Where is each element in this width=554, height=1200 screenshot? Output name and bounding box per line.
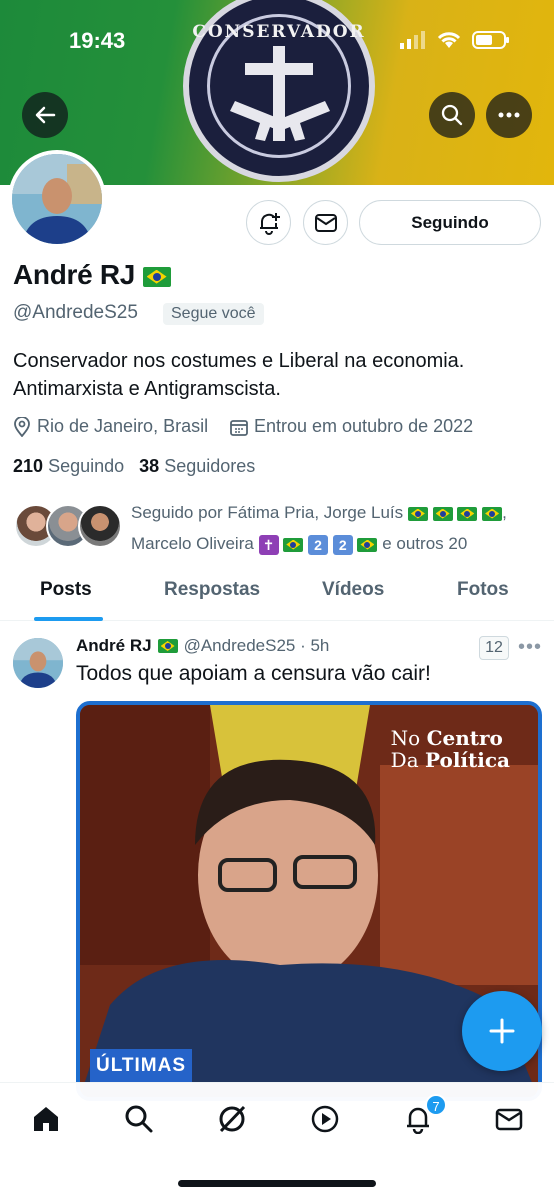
profile-location: Rio de Janeiro, Brasil [13, 416, 208, 437]
mail-icon [495, 1108, 523, 1131]
brazil-flag-icon [283, 537, 304, 552]
more-horizontal-icon [498, 112, 520, 118]
home-indicator[interactable] [178, 1180, 376, 1187]
brand-word: Da [390, 748, 419, 772]
joined-text: Entrou em outubro de 2022 [254, 416, 474, 436]
followed-by-avatars[interactable] [14, 504, 124, 550]
search-icon [441, 104, 463, 126]
brazil-flag-icon [407, 506, 428, 521]
post-avatar[interactable] [13, 638, 63, 688]
post-more-icon[interactable]: ••• [518, 636, 542, 659]
calendar-icon [230, 419, 248, 436]
back-button[interactable] [22, 92, 68, 138]
conservador-emblem: CONSERVADOR [183, 0, 375, 182]
brazil-flag-icon [357, 537, 378, 552]
tab-posts[interactable]: Posts [40, 579, 92, 601]
grok-icon [219, 1105, 246, 1133]
media-tag: ÚLTIMAS [90, 1049, 193, 1083]
brazil-flag-icon [432, 506, 453, 521]
tab-photos[interactable]: Fotos [457, 579, 509, 601]
media-brand-logo: No Centro Da Política [391, 727, 510, 771]
status-icons [400, 30, 510, 50]
profile-name-text: André RJ [13, 259, 136, 290]
profile-bio: Conservador nos costumes e Liberal na ec… [13, 350, 465, 400]
mail-icon [314, 213, 337, 232]
tab-videos[interactable]: Vídeos [322, 579, 384, 601]
following-button[interactable]: Seguindo [359, 200, 541, 245]
brazil-flag-icon [157, 639, 178, 653]
wifi-icon [437, 32, 461, 48]
keycap-2-emoji: 2 [332, 534, 353, 555]
notifications-badge: 7 [425, 1094, 447, 1116]
video-play-icon [311, 1105, 339, 1133]
post-header: André RJ @AndredeS25 · 5h [76, 636, 329, 656]
cross-pistols-icon [230, 46, 330, 141]
post-handle-time: @AndredeS25 · 5h [183, 636, 330, 655]
notify-button[interactable] [246, 200, 291, 245]
brazil-flag-icon [482, 506, 503, 521]
followers-count: 38 [139, 456, 160, 476]
message-button[interactable] [303, 200, 348, 245]
battery-icon [472, 31, 509, 49]
brazil-flag-icon [457, 506, 478, 521]
search-icon [125, 1105, 153, 1133]
avatar [78, 504, 122, 548]
plus-icon [489, 1018, 515, 1044]
avatar-photo [13, 638, 63, 688]
following-count: 210 [13, 456, 44, 476]
compose-post-button[interactable] [462, 991, 542, 1071]
followed-by-others: e outros 20 [382, 534, 468, 553]
status-time: 19:43 [69, 28, 126, 53]
following-label: Seguindo [48, 456, 125, 476]
profile-name: André RJ [13, 259, 171, 291]
nav-grok[interactable] [214, 1101, 250, 1137]
profile-avatar[interactable] [8, 150, 106, 248]
followed-by-name-2: Marcelo Oliveira [131, 534, 254, 553]
avatar-photo [12, 154, 102, 244]
brazil-flag-icon [142, 266, 171, 287]
profile-handle: @AndredeS25 [13, 302, 138, 323]
profile-tabs: Posts Respostas Vídeos Fotos [0, 565, 554, 621]
nav-video[interactable] [307, 1101, 343, 1137]
bell-plus-icon [259, 212, 280, 235]
brand-word-bold: Política [424, 748, 510, 772]
followed-by-text[interactable]: Seguido por Fátima Pria, Jorge Luís , Ma… [131, 497, 546, 559]
profile-joined: Entrou em outubro de 2022 [230, 416, 473, 437]
follow-counts: 210 Seguindo 38 Seguidores [13, 456, 255, 477]
search-button[interactable] [429, 92, 475, 138]
nav-search[interactable] [121, 1101, 157, 1137]
post-views-badge: 12 [479, 636, 509, 660]
followed-by-names: Seguido por Fátima Pria, Jorge Luís [131, 503, 404, 522]
signal-icon [400, 31, 425, 49]
more-button[interactable] [486, 92, 532, 138]
home-icon [34, 1107, 58, 1131]
followers-label: Seguidores [164, 456, 256, 476]
brand-word-bold: Centro [426, 726, 503, 750]
followers-count-link[interactable]: 38 Seguidores [139, 456, 255, 476]
following-count-link[interactable]: 210 Seguindo [13, 456, 124, 476]
post-text: Todos que apoiam a censura vão cair! [76, 662, 431, 685]
cross-emoji-icon: ✝ [258, 534, 279, 555]
follows-you-badge: Segue você [163, 303, 264, 325]
emblem-text: CONSERVADOR [192, 22, 366, 42]
location-text: Rio de Janeiro, Brasil [37, 416, 209, 436]
keycap-2-emoji: 2 [308, 534, 329, 555]
nav-messages[interactable] [491, 1101, 527, 1137]
nav-home[interactable] [28, 1101, 64, 1137]
location-pin-icon [14, 416, 30, 437]
brand-word: No [390, 726, 421, 750]
active-tab-indicator [34, 617, 103, 621]
post-author[interactable]: André RJ [76, 636, 152, 656]
arrow-left-icon [35, 106, 56, 124]
tab-replies[interactable]: Respostas [164, 579, 260, 601]
